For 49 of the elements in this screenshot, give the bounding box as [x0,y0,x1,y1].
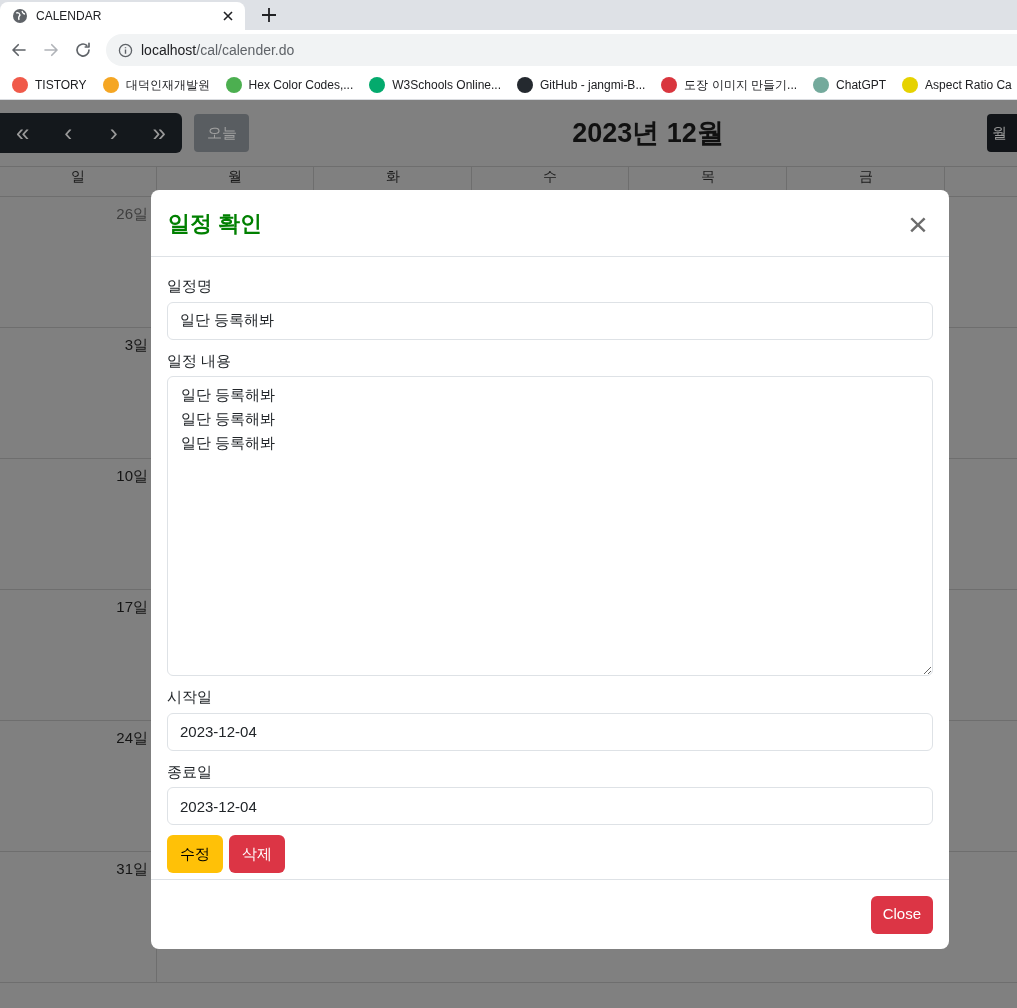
close-icon[interactable] [223,11,233,21]
day-number: 10일 [116,466,148,485]
close-button[interactable]: × [904,207,932,239]
weekday-header: 일 [71,168,85,185]
bookmark[interactable]: 대덕인재개발원 [102,75,210,94]
action-button[interactable]: 삭제 [229,835,285,873]
bookmark[interactable]: 도장 이미지 만들기... [661,75,798,94]
bookmark[interactable]: ChatGPT [813,75,887,94]
close-footer-button[interactable]: Close [870,895,933,934]
field-label: 종료일 [167,761,213,782]
content-textarea[interactable]: 일단 등록해봐 일단 등록해봐 일단 등록해봐 [167,376,933,676]
action-button[interactable]: 수정 [167,835,223,873]
bookmark[interactable]: GitHub - jangmi-B... [517,75,646,94]
weekday-header: 화 [385,168,400,185]
nav-button[interactable]: ‹ [48,113,89,153]
bookmark[interactable]: Aspect Ratio Ca [902,75,1012,94]
bookmark[interactable]: TISTORY [12,75,87,94]
tab-title: CALENDAR [36,8,103,25]
back-icon[interactable] [10,41,28,59]
weekday-header: 월 [228,168,242,185]
reload-icon[interactable] [74,41,92,59]
address-field[interactable]: localhost/cal/calender.do [106,34,1017,66]
field-label: 일정 내용 [167,350,233,371]
input-field[interactable]: 2023-12-04 [167,712,933,751]
day-number: 17일 [116,597,148,616]
day-number: 31일 [116,859,148,878]
field-label: 시작일 [167,687,213,707]
input-field[interactable]: 2023-12-04 [167,787,933,825]
weekday-header: 목 [700,168,715,185]
url-text: localhost/cal/calender.do [141,40,295,60]
field-label: 일정명 [167,276,213,296]
month-view-button[interactable]: 월 [987,114,1017,152]
nav-button[interactable]: « [2,113,43,153]
input-field[interactable]: 일단 등록해봐 [167,301,933,340]
info-icon[interactable] [118,42,133,58]
browser-tab[interactable]: CALENDAR [0,2,245,30]
nav-button[interactable]: › [93,113,134,153]
month-title: 2023년 12월 [572,116,724,150]
bookmark[interactable]: W3Schools Online... [369,75,501,94]
weekday-header: 수 [543,168,557,185]
weekday-header: 금 [858,168,873,185]
globe-icon [12,8,28,24]
nav-button[interactable]: » [139,113,180,153]
modal-title: 일정 확인 [168,209,263,238]
bookmark[interactable]: Hex Color Codes,... [225,75,354,94]
new-tab-icon[interactable] [262,8,276,22]
day-number: 3일 [124,335,148,354]
day-number: 26일 [116,204,148,223]
day-number: 24일 [116,728,148,747]
